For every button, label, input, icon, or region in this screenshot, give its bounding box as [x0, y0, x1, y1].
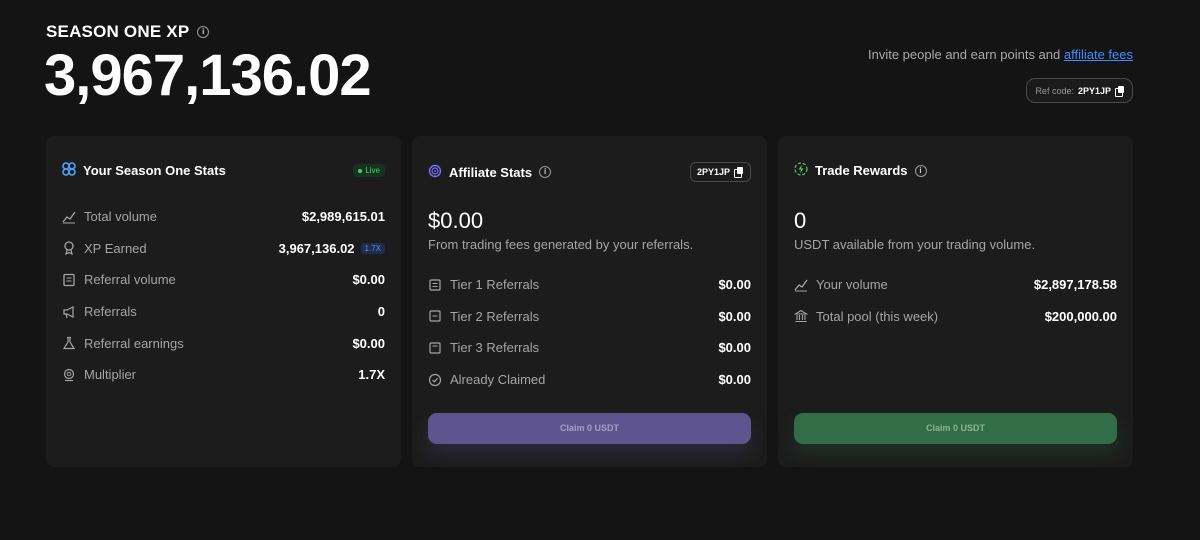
- trade-rewards-claim-button[interactable]: Claim 0 USDT: [794, 413, 1117, 444]
- copy-icon[interactable]: [1115, 85, 1125, 97]
- megaphone-icon: [62, 305, 76, 319]
- stat-label: Multiplier: [84, 367, 137, 383]
- flask-icon: [62, 336, 76, 350]
- copy-icon[interactable]: [734, 167, 744, 178]
- season-logo-icon: [62, 162, 76, 179]
- tier1-icon: [428, 278, 442, 292]
- stat-label: XP Earned: [84, 240, 147, 256]
- trade-rewards-subtitle: USDT available from your trading volume.: [794, 237, 1036, 252]
- stat-value: $0.00: [718, 340, 751, 356]
- stat-row-total-volume: Total volume $2,989,615.01: [62, 201, 385, 233]
- stat-row-multiplier: Multiplier 1.7X: [62, 359, 385, 391]
- stat-label: Total pool (this week): [816, 308, 939, 324]
- trade-rewards-card: Trade Rewards i 0 USDT available from yo…: [778, 136, 1133, 467]
- bank-icon: [794, 309, 808, 323]
- live-dot-icon: [358, 168, 363, 173]
- stat-row-referral-earnings: Referral earnings $0.00: [62, 327, 385, 359]
- stat-row-your-volume: Your volume $2,897,178.58: [794, 269, 1117, 301]
- stat-row-referrals: Referrals 0: [62, 296, 385, 328]
- ref-code-pill[interactable]: Ref code: 2PY1JP: [1026, 78, 1133, 103]
- live-label: Live: [365, 166, 380, 175]
- season-xp-title: SEASON ONE XP i: [46, 22, 210, 42]
- stat-value: 1.7X: [358, 367, 385, 383]
- receipt-icon: [62, 273, 76, 287]
- stat-value: 0: [377, 304, 385, 320]
- xp-total-value: 3,967,136.02: [44, 43, 372, 108]
- stat-label: Referral volume: [84, 272, 176, 288]
- tier2-icon: [428, 309, 442, 323]
- multiplier-badge: 1.7X: [360, 242, 385, 254]
- affiliate-subtitle: From trading fees generated by your refe…: [428, 237, 694, 252]
- stat-value: $0.00: [718, 308, 751, 324]
- affiliate-stats-title: Affiliate Stats: [449, 164, 533, 180]
- stat-row-tier-3: Tier 3 Referrals $0.00: [428, 332, 751, 364]
- invite-text-label: Invite people and earn points and: [867, 47, 1064, 62]
- trade-rewards-list: Your volume $2,897,178.58 Total pool (th…: [794, 269, 1117, 332]
- trade-rewards-header: Trade Rewards i: [794, 162, 1117, 179]
- chart-up-icon: [62, 210, 76, 224]
- swirl-icon: [428, 164, 442, 181]
- trade-rewards-title: Trade Rewards: [815, 163, 908, 178]
- affiliate-stats-list: Tier 1 Referrals $0.00 Tier 2 Referrals …: [428, 269, 751, 395]
- season-stats-header: Your Season One Stats Live: [62, 162, 385, 179]
- stat-row-tier-2: Tier 2 Referrals $0.00: [428, 301, 751, 333]
- season-stats-title: Your Season One Stats: [83, 163, 226, 178]
- season-xp-label: SEASON ONE XP: [46, 22, 190, 41]
- affiliate-stats-card: Affiliate Stats i 2PY1JP $0.00 From trad…: [412, 136, 767, 467]
- season-stats-list: Total volume $2,989,615.01 XP Earned 3,9…: [62, 201, 385, 391]
- info-icon[interactable]: i: [539, 166, 552, 178]
- season-stats-card: Your Season One Stats Live Total volume …: [46, 136, 401, 467]
- trade-rewards-amount: 0: [794, 208, 807, 233]
- info-icon[interactable]: i: [914, 164, 927, 177]
- affiliate-fees-link[interactable]: affiliate fees: [1064, 47, 1133, 62]
- ref-code-value: 2PY1JP: [1077, 85, 1111, 96]
- stat-row-tier-1: Tier 1 Referrals $0.00: [428, 269, 751, 301]
- check-circle-icon: [428, 373, 442, 387]
- stat-value: $2,897,178.58: [1033, 277, 1117, 293]
- stat-value: $200,000.00: [1044, 308, 1117, 324]
- stat-label: Total volume: [84, 209, 157, 225]
- stat-row-referral-volume: Referral volume $0.00: [62, 264, 385, 296]
- live-badge: Live: [353, 164, 385, 177]
- affiliate-claim-button[interactable]: Claim 0 USDT: [428, 413, 751, 444]
- award-icon: [62, 241, 76, 256]
- stat-value: $0.00: [718, 277, 751, 293]
- tier3-icon: [428, 341, 442, 355]
- stat-label: Your volume: [816, 277, 888, 293]
- stat-value: $0.00: [718, 372, 751, 388]
- stat-row-xp-earned: XP Earned 3,967,136.02 1.7X: [62, 233, 385, 265]
- stat-value: 3,967,136.02: [278, 240, 355, 256]
- ref-code-label: Ref code:: [1035, 85, 1074, 96]
- stat-label: Referral earnings: [84, 335, 184, 351]
- stat-label: Referrals: [84, 304, 137, 320]
- stat-label: Already Claimed: [450, 372, 546, 388]
- stat-value: $2,989,615.01: [301, 209, 385, 225]
- lightning-icon: [794, 162, 808, 179]
- stat-label: Tier 2 Referrals: [450, 308, 540, 324]
- invite-text: Invite people and earn points and affili…: [868, 47, 1133, 62]
- chart-up-icon: [794, 278, 808, 292]
- stat-value: $0.00: [352, 335, 385, 351]
- stat-row-already-claimed: Already Claimed $0.00: [428, 364, 751, 396]
- stat-row-total-pool: Total pool (this week) $200,000.00: [794, 301, 1117, 333]
- info-icon[interactable]: i: [197, 26, 210, 38]
- stat-label: Tier 3 Referrals: [450, 340, 540, 356]
- stat-value: $0.00: [352, 272, 385, 288]
- medal-icon: [62, 368, 76, 382]
- affiliate-code: 2PY1JP: [696, 167, 730, 177]
- affiliate-code-badge[interactable]: 2PY1JP: [689, 162, 751, 182]
- affiliate-stats-header: Affiliate Stats i 2PY1JP: [428, 162, 751, 182]
- stat-label: Tier 1 Referrals: [450, 277, 540, 293]
- affiliate-amount: $0.00: [428, 208, 484, 233]
